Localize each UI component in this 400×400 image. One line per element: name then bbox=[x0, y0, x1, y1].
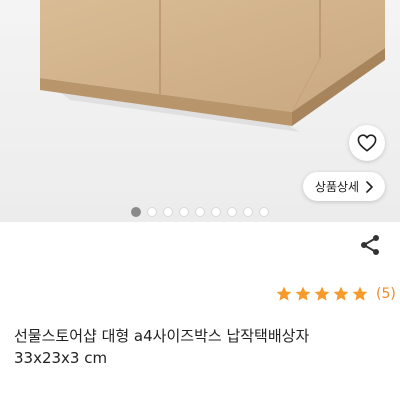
product-size-line: 33x23x3 cm bbox=[14, 349, 108, 367]
star-icon bbox=[333, 286, 349, 301]
star-rating bbox=[275, 285, 369, 303]
slide-dot[interactable] bbox=[131, 207, 141, 217]
slide-dot[interactable] bbox=[147, 207, 157, 217]
star-icon bbox=[352, 286, 368, 301]
slide-dot[interactable] bbox=[163, 207, 173, 217]
star-icon bbox=[295, 286, 311, 301]
product-title-line: 선물스토어샵 대형 a4사이즈박스 납작택배상자 bbox=[14, 327, 310, 345]
slide-dot[interactable] bbox=[211, 207, 221, 217]
slide-dot[interactable] bbox=[259, 207, 269, 217]
star-icon bbox=[314, 286, 330, 301]
share-icon[interactable] bbox=[359, 234, 381, 256]
slide-indicator bbox=[0, 206, 400, 218]
product-detail-button[interactable]: 상품상세 bbox=[303, 172, 385, 201]
slide-dot[interactable] bbox=[243, 207, 253, 217]
heart-icon bbox=[357, 134, 377, 152]
slide-dot[interactable] bbox=[195, 207, 205, 217]
slide-dot[interactable] bbox=[179, 207, 189, 217]
product-detail-label: 상품상세 bbox=[314, 180, 360, 194]
review-count[interactable]: (5) bbox=[376, 286, 396, 302]
product-image-gallery[interactable]: 상품상세 bbox=[0, 0, 400, 222]
chevron-right-icon bbox=[366, 180, 373, 193]
product-title: 선물스토어샵 대형 a4사이즈박스 납작택배상자 33x23x3 cm bbox=[14, 325, 386, 369]
wishlist-button[interactable] bbox=[349, 125, 385, 161]
slide-dot[interactable] bbox=[227, 207, 237, 217]
rating-summary[interactable]: (5) bbox=[275, 284, 396, 304]
star-icon bbox=[276, 286, 292, 301]
